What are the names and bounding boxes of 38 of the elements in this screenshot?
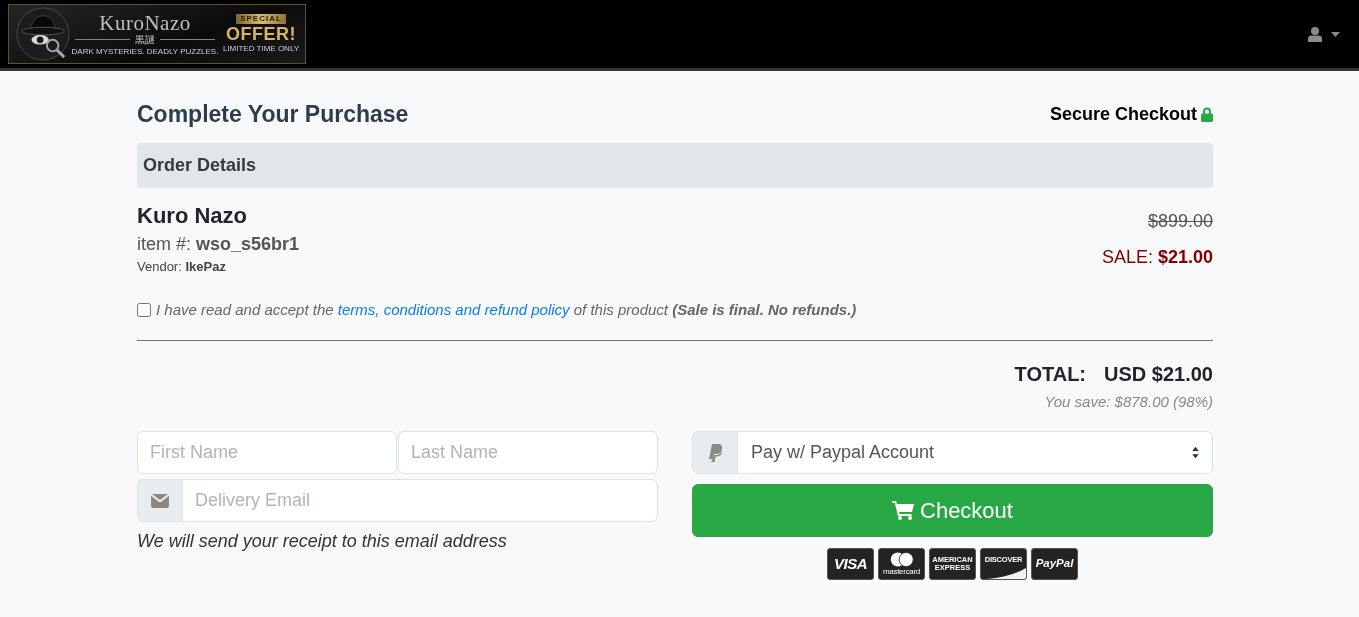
original-price: $899.00 <box>1147 210 1213 233</box>
order-details-header: Order Details <box>137 143 1213 188</box>
first-name-field[interactable]: First Name <box>137 431 397 474</box>
total-label: TOTAL: <box>1014 362 1087 387</box>
total-amount: USD $21.00 <box>1104 362 1213 387</box>
caret-icon <box>1331 31 1340 37</box>
checkout-button[interactable]: Checkout <box>692 484 1213 537</box>
brand-tagline: DARK MYSTERIES. DEADLY PUZZLES. <box>71 45 219 57</box>
cart-icon <box>892 501 914 520</box>
terms-link[interactable]: terms, conditions and refund policy <box>337 301 570 318</box>
lock-icon <box>1201 107 1213 122</box>
page-title: Complete Your Purchase <box>137 100 409 129</box>
overlapping-circles-icon <box>889 552 914 567</box>
last-name-field[interactable]: Last Name <box>398 431 658 474</box>
sale-price: SALE: $21.00 <box>1101 246 1213 269</box>
email-field[interactable]: Delivery Email <box>182 479 658 522</box>
terms-text: I have read and accept the terms, conditions and refund policy of this product (Sale is final. No refunds.) <box>156 300 857 320</box>
savings-text: You save: $878.00 (98%) <box>1044 392 1213 412</box>
email-note: We will send your receipt to this email address <box>137 530 508 553</box>
detective-emblem-icon <box>16 7 70 61</box>
terms-checkbox[interactable] <box>137 303 151 317</box>
user-menu-button[interactable] <box>1306 24 1342 44</box>
visa-logo: VISA <box>827 548 874 580</box>
payment-method-select[interactable]: Pay w/ Paypal Account <box>737 431 1213 474</box>
promo-ribbon: SPECIAL <box>236 14 286 24</box>
paypal-icon <box>707 443 723 462</box>
user-icon <box>1308 26 1322 42</box>
promo-title: OFFER! <box>226 24 296 44</box>
product-name: Kuro Nazo <box>137 202 247 230</box>
vendor-text: Vendor: IkePaz <box>137 258 226 276</box>
brand-name: KuroNazo <box>99 11 191 34</box>
envelope-icon <box>151 493 169 508</box>
brand-subtitle: 黒謎 <box>135 33 155 46</box>
mastercard-label: mastercard <box>883 567 920 576</box>
secure-checkout-label: Secure Checkout <box>1049 103 1197 126</box>
promo-subtitle: LIMITED TIME ONLY <box>222 44 300 54</box>
paypal-logo: PayPal <box>1031 548 1078 580</box>
item-number: item #: wso_s56br1 <box>137 233 300 256</box>
